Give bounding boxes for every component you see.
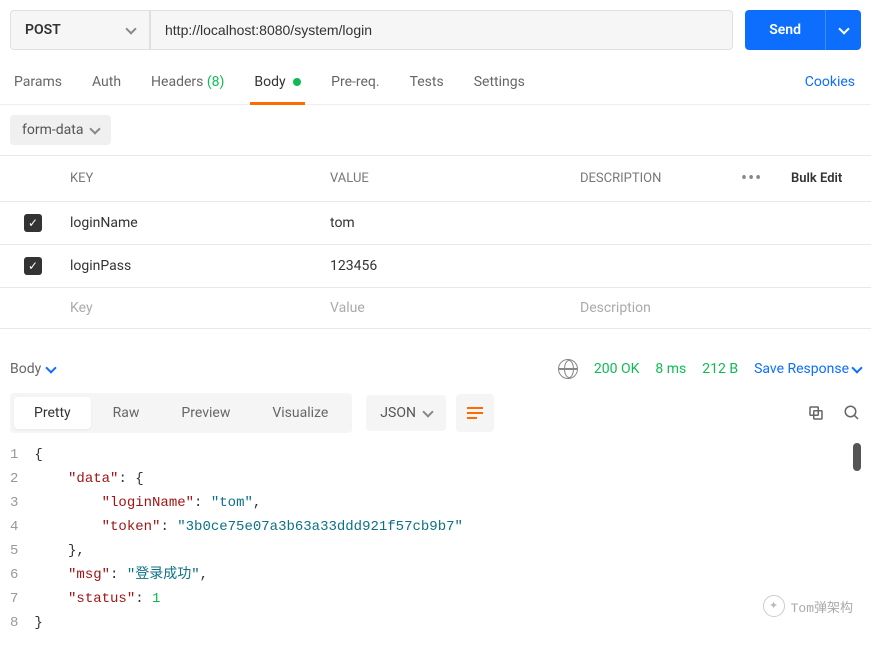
globe-icon[interactable] [558, 359, 578, 379]
response-tab-raw[interactable]: Raw [93, 397, 160, 429]
tab-auth[interactable]: Auth [88, 74, 125, 104]
wechat-icon: ✦ [763, 595, 785, 617]
response-status: 200 OK [594, 361, 640, 377]
json-content[interactable]: { "data": { "loginName": "tom", "token":… [34, 443, 861, 635]
response-body-dropdown[interactable]: Body [10, 361, 55, 377]
headers-count: (8) [207, 74, 225, 90]
tab-headers[interactable]: Headers (8) [147, 74, 228, 104]
scrollbar-thumb[interactable] [853, 443, 861, 471]
send-dropdown-button[interactable] [825, 10, 861, 50]
param-value[interactable]: tom [320, 202, 570, 245]
description-placeholder[interactable]: Description [570, 288, 731, 329]
chevron-down-icon [90, 123, 101, 134]
tab-settings[interactable]: Settings [470, 74, 529, 104]
tab-body-label: Body [254, 74, 285, 90]
http-method-select[interactable]: POST [10, 10, 150, 50]
response-format-select[interactable]: JSON [366, 395, 446, 431]
table-row[interactable]: ✓ loginPass 123456 [0, 245, 871, 288]
chevron-down-icon [125, 23, 136, 34]
chevron-down-icon [422, 406, 433, 417]
tab-tests[interactable]: Tests [406, 74, 448, 104]
form-data-table: KEY VALUE DESCRIPTION ••• Bulk Edit ✓ lo… [0, 155, 871, 329]
chevron-down-icon [851, 362, 862, 373]
table-row-add[interactable]: Key Value Description [0, 288, 871, 329]
table-row[interactable]: ✓ loginName tom [0, 202, 871, 245]
param-value[interactable]: 123456 [320, 245, 570, 288]
response-tab-visualize[interactable]: Visualize [252, 397, 348, 429]
wrap-icon [467, 407, 483, 419]
search-icon[interactable] [843, 404, 861, 422]
send-button[interactable]: Send [745, 10, 825, 50]
key-placeholder[interactable]: Key [60, 288, 320, 329]
response-size: 212 B [702, 361, 738, 377]
cookies-link[interactable]: Cookies [805, 74, 861, 104]
watermark: ✦ Tom弹架构 [763, 595, 853, 617]
row-checkbox[interactable]: ✓ [24, 257, 42, 275]
line-numbers: 12345678 [10, 443, 34, 635]
modified-dot-icon [293, 78, 301, 86]
column-key: KEY [60, 156, 320, 202]
response-json-viewer[interactable]: 12345678 { "data": { "loginName": "tom",… [0, 443, 871, 645]
tab-headers-label: Headers [151, 74, 203, 90]
copy-icon[interactable] [807, 404, 825, 422]
row-checkbox[interactable]: ✓ [24, 214, 42, 232]
response-format-label: JSON [380, 405, 416, 421]
tab-prereq[interactable]: Pre-req. [327, 74, 383, 104]
http-method-label: POST [25, 22, 61, 38]
response-tab-preview[interactable]: Preview [161, 397, 250, 429]
wrap-lines-button[interactable] [456, 394, 494, 432]
save-response-button[interactable]: Save Response [754, 361, 861, 377]
response-body-label: Body [10, 361, 41, 377]
tab-body[interactable]: Body [250, 74, 305, 104]
save-response-label: Save Response [754, 361, 849, 377]
value-placeholder[interactable]: Value [320, 288, 570, 329]
more-options-button[interactable]: ••• [731, 156, 781, 202]
tab-params[interactable]: Params [10, 74, 66, 104]
body-type-label: form-data [22, 122, 83, 138]
chevron-down-icon [838, 23, 849, 34]
dots-icon: ••• [741, 168, 762, 189]
chevron-down-icon [46, 362, 57, 373]
response-time: 8 ms [655, 361, 686, 377]
column-value: VALUE [320, 156, 570, 202]
request-url-input[interactable] [150, 10, 733, 50]
bulk-edit-button[interactable]: Bulk Edit [781, 156, 871, 202]
param-key[interactable]: loginName [60, 202, 320, 245]
response-tab-pretty[interactable]: Pretty [14, 397, 91, 429]
body-type-select[interactable]: form-data [10, 115, 111, 145]
column-description: DESCRIPTION [570, 156, 731, 202]
param-key[interactable]: loginPass [60, 245, 320, 288]
